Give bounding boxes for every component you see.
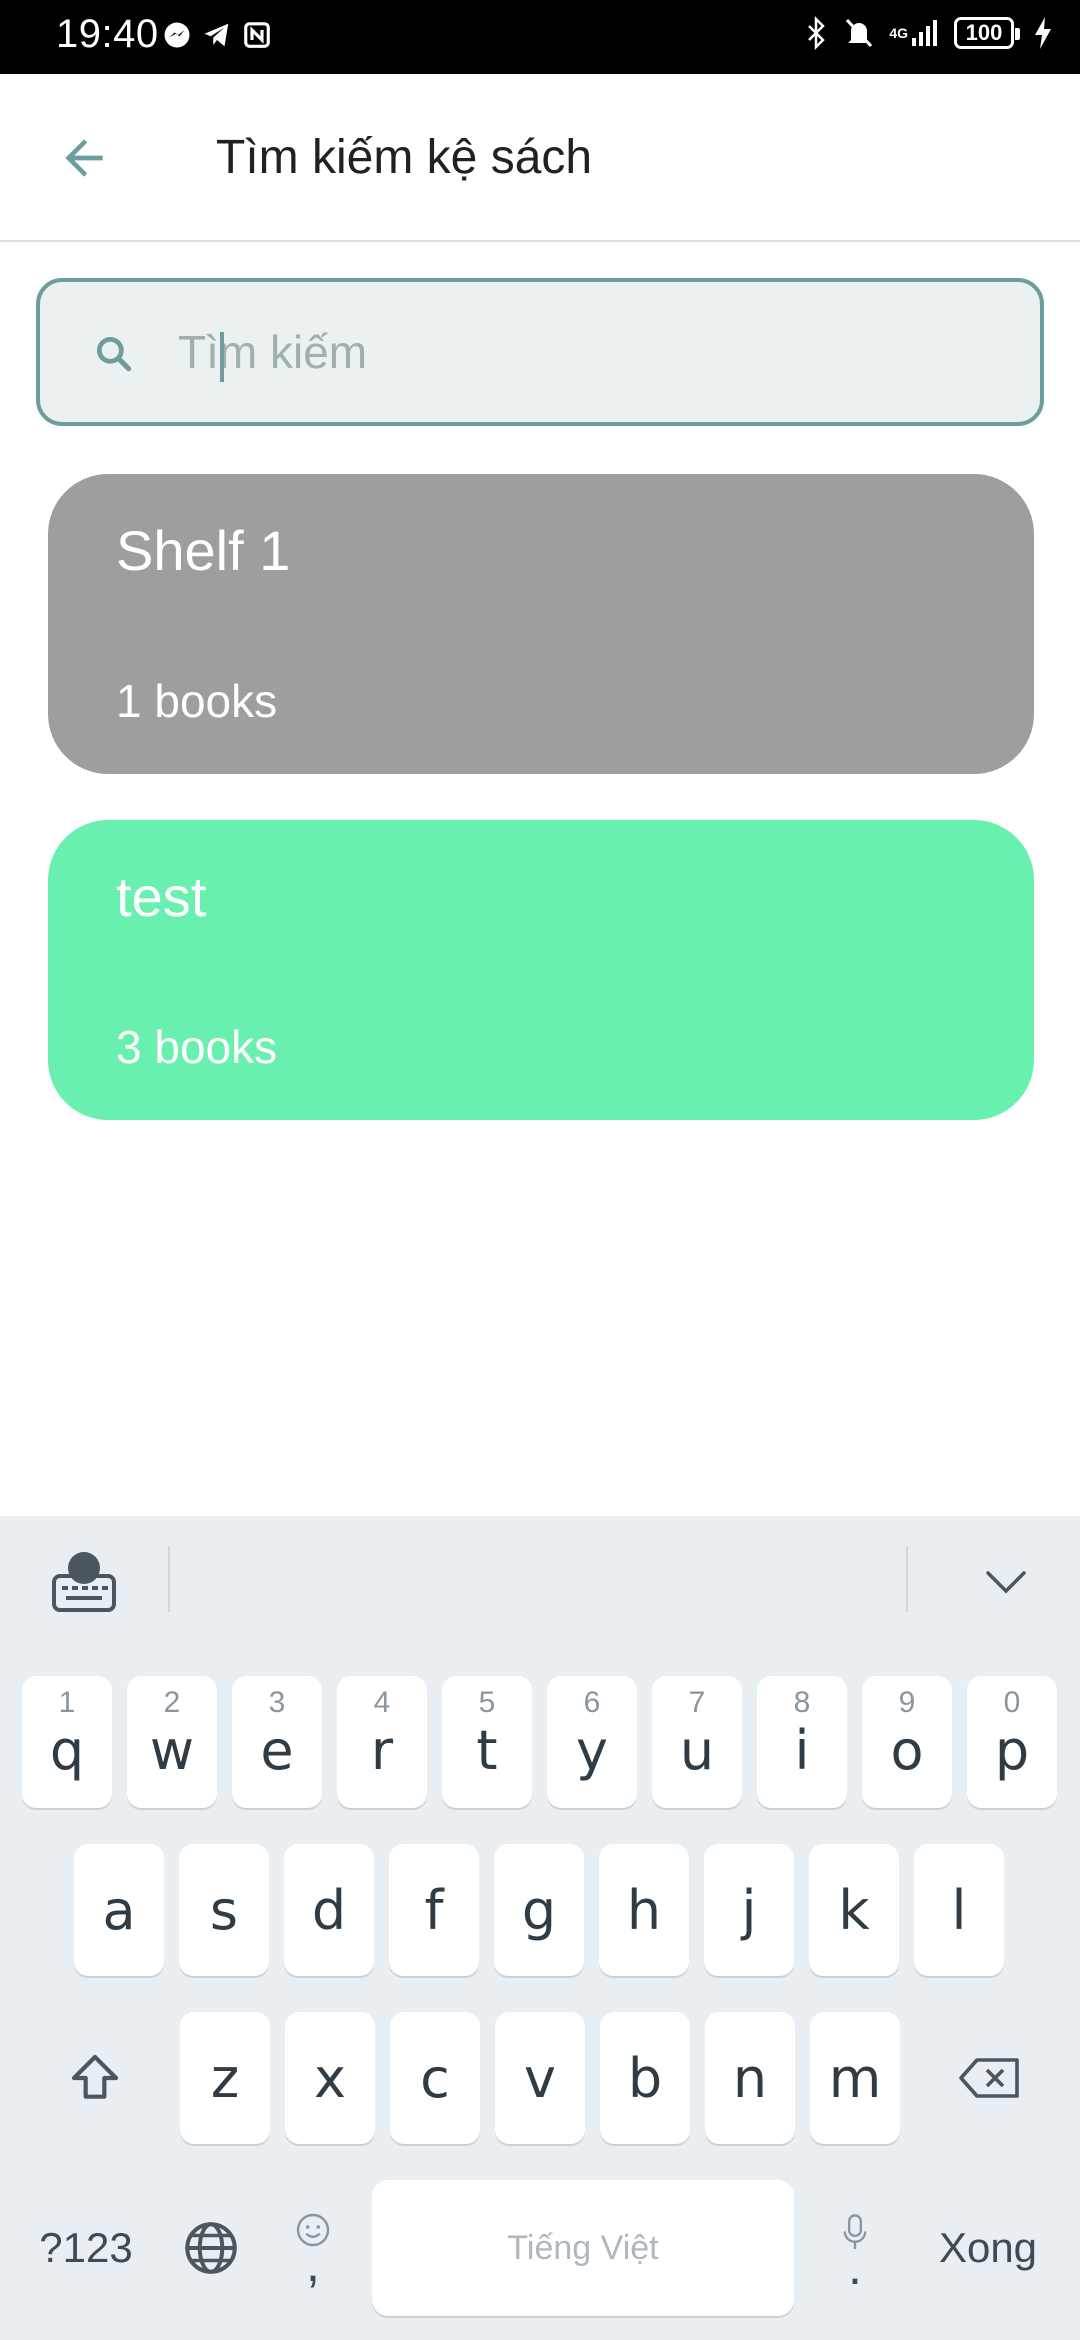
key[interactable]: a	[74, 1844, 164, 1976]
key[interactable]: z	[180, 2012, 270, 2144]
battery-icon: 100	[954, 17, 1020, 49]
key[interactable]: h	[599, 1844, 689, 1976]
shelf-book-count: 1 books	[116, 675, 278, 727]
symbols-key[interactable]: ?123	[26, 2180, 146, 2316]
comma-key[interactable]: ,	[268, 2180, 358, 2316]
backspace-key[interactable]	[930, 2012, 1050, 2144]
language-key[interactable]	[166, 2180, 256, 2316]
status-bar: 19:40 4G 100	[0, 0, 1080, 74]
page-title: Tìm kiếm kệ sách	[216, 131, 593, 184]
key[interactable]: d	[284, 1844, 374, 1976]
key[interactable]: j	[704, 1844, 794, 1976]
key[interactable]: c	[390, 2012, 480, 2144]
shelf-card[interactable]: test 3 books	[48, 820, 1034, 1120]
period-key[interactable]: .	[810, 2180, 900, 2316]
key[interactable]: 7u	[652, 1676, 742, 1808]
key[interactable]: 6y	[547, 1676, 637, 1808]
key[interactable]: s	[179, 1844, 269, 1976]
shelf-name: Shelf 1	[116, 519, 291, 582]
toolbar-divider	[168, 1546, 170, 1612]
key[interactable]: n	[705, 2012, 795, 2144]
system-icons: 4G 100	[805, 16, 1052, 50]
globe-icon	[185, 2222, 237, 2274]
key[interactable]: 8i	[757, 1676, 847, 1808]
key[interactable]: 2w	[127, 1676, 217, 1808]
key[interactable]: g	[494, 1844, 584, 1976]
search-input[interactable]	[178, 312, 998, 392]
keyboard-toolbar	[0, 1516, 1080, 1644]
text-cursor	[220, 332, 224, 382]
notification-icons	[162, 20, 272, 50]
chevron-down-icon[interactable]	[972, 1552, 1040, 1612]
key[interactable]: 3e	[232, 1676, 322, 1808]
soft-keyboard: 1q 2w 3e 4r 5t 6y 7u 8i 9o 0p a s d f g …	[0, 1516, 1080, 2340]
key[interactable]: 5t	[442, 1676, 532, 1808]
key[interactable]: l	[914, 1844, 1004, 1976]
toolbar-divider	[906, 1546, 908, 1612]
search-icon	[86, 326, 142, 382]
key[interactable]: m	[810, 2012, 900, 2144]
done-key[interactable]: Xong	[920, 2180, 1056, 2316]
shelf-book-count: 3 books	[116, 1021, 278, 1073]
backspace-icon	[959, 2058, 1019, 2098]
back-button[interactable]	[44, 118, 124, 198]
key[interactable]: b	[600, 2012, 690, 2144]
shift-key[interactable]	[40, 2012, 150, 2144]
key[interactable]: 4r	[337, 1676, 427, 1808]
shift-icon	[71, 2054, 119, 2099]
key[interactable]: v	[495, 2012, 585, 2144]
key[interactable]: 0p	[967, 1676, 1057, 1808]
arrow-left-icon	[65, 139, 103, 177]
search-bar[interactable]	[36, 278, 1044, 426]
space-key[interactable]: Tiếng Việt	[372, 2180, 794, 2316]
keyboard-globe-icon[interactable]	[50, 1548, 118, 1616]
nfc-icon	[242, 20, 272, 50]
key[interactable]: k	[809, 1844, 899, 1976]
bluetooth-icon	[805, 16, 829, 50]
shelf-card[interactable]: Shelf 1 1 books	[48, 474, 1034, 774]
charging-icon	[1034, 17, 1052, 49]
key[interactable]: 1q	[22, 1676, 112, 1808]
key[interactable]: f	[389, 1844, 479, 1976]
shelf-name: test	[116, 865, 207, 928]
signal-icon: 4G	[889, 18, 940, 48]
messenger-icon	[162, 20, 192, 50]
app-bar: Tìm kiếm kệ sách	[0, 74, 1080, 242]
mute-bell-icon	[843, 16, 875, 50]
key[interactable]: 9o	[862, 1676, 952, 1808]
telegram-icon	[202, 20, 232, 50]
status-time: 19:40	[56, 12, 159, 56]
key[interactable]: x	[285, 2012, 375, 2144]
